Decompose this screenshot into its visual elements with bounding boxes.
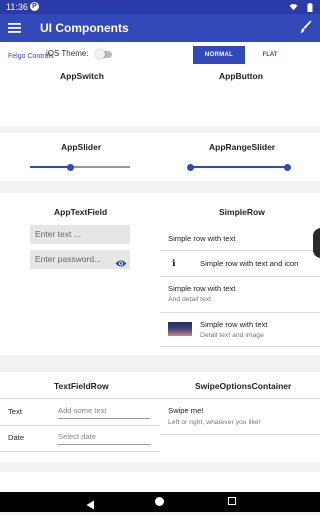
simple-row-text: Simple row with text — [200, 320, 268, 329]
row-divider — [160, 312, 320, 313]
system-nav-bar — [0, 492, 320, 512]
simple-row-detail: And detail text — [168, 296, 212, 303]
app-slider-heading: AppSlider — [61, 142, 102, 152]
row-divider — [160, 250, 320, 251]
simple-row-text: Simple row with text — [168, 234, 236, 243]
row-divider — [160, 276, 320, 277]
eye-icon[interactable] — [115, 255, 127, 273]
simple-row-text: Simple row with text — [168, 284, 236, 293]
slider-section: AppSlider AppRangeSlider — [0, 133, 320, 181]
text-row-label: Text — [8, 407, 22, 416]
text-input[interactable]: Enter text ... — [30, 225, 130, 244]
status-bar: 11:36 P — [0, 0, 320, 14]
flat-button[interactable]: FLAT — [251, 46, 289, 64]
row-thumbnail-image — [168, 322, 192, 336]
app-slider-fill — [30, 166, 70, 168]
range-slider-track[interactable] — [190, 166, 287, 168]
textfieldrow-swipe-section: TextFieldRow SwipeOptionsContainer — [0, 372, 320, 462]
brush-icon[interactable] — [300, 20, 312, 39]
range-slider-high-handle[interactable] — [283, 163, 291, 171]
simple-row-detail: Detail text and image — [200, 332, 264, 339]
ios-theme-label: iOS Theme: — [46, 49, 89, 58]
switch-knob[interactable] — [95, 49, 105, 59]
row-divider — [0, 398, 160, 399]
app-button-heading: AppButton — [219, 71, 263, 81]
row-divider — [0, 451, 160, 452]
next-section-partial — [0, 472, 320, 492]
add-text-input[interactable]: Add some text — [58, 406, 150, 419]
simple-row-text: Simple row with text and icon — [200, 259, 299, 268]
floating-action-button[interactable] — [313, 228, 320, 258]
app-range-slider-heading: AppRangeSlider — [209, 142, 276, 152]
home-icon[interactable] — [155, 497, 164, 506]
app-slider-handle[interactable] — [66, 163, 74, 171]
textfield-simplerow-section: AppTextField SimpleRow — [0, 193, 320, 355]
status-time: 11:36 — [6, 2, 28, 12]
row-divider — [160, 398, 320, 399]
date-row-label: Date — [8, 433, 25, 442]
normal-button[interactable]: NORMAL — [193, 46, 245, 64]
app-bar: UI Components — [0, 14, 320, 42]
app-switch-heading: AppSwitch — [60, 71, 104, 81]
wifi-icon — [289, 3, 298, 13]
battery-icon — [307, 3, 313, 14]
recent-apps-icon[interactable] — [228, 497, 236, 505]
notification-badge: P — [30, 2, 39, 11]
page-title: UI Components — [40, 21, 129, 35]
swipe-subtitle: Left or right, whatever you like! — [168, 419, 261, 426]
row-divider — [160, 346, 320, 347]
simple-row-heading: SimpleRow — [219, 207, 265, 217]
select-date-input[interactable]: Select date — [58, 432, 150, 445]
menu-icon[interactable] — [8, 21, 22, 39]
swipe-options-heading: SwipeOptionsContainer — [195, 381, 292, 391]
app-text-field-heading: AppTextField — [54, 207, 108, 217]
swipe-title: Swipe me! — [168, 406, 204, 415]
row-divider — [160, 434, 320, 435]
text-field-row-heading: TextFieldRow — [54, 381, 109, 391]
row-divider — [0, 425, 160, 426]
back-icon[interactable] — [86, 497, 95, 515]
range-slider-low-handle[interactable] — [186, 163, 194, 171]
info-icon: ℹ — [172, 258, 176, 268]
